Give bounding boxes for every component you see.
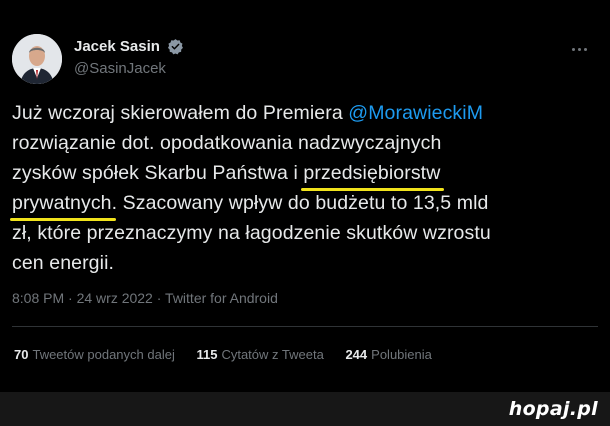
tweet-line-3: zysków spółek Skarbu Państwa i przedsięb… (12, 158, 602, 191)
avatar[interactable] (12, 34, 62, 84)
quotes-count: 115 (196, 347, 218, 362)
avatar-image (12, 34, 62, 84)
watermark-text: hopaj.pl (508, 398, 598, 420)
author-handle[interactable]: @SasinJacek (74, 60, 184, 77)
divider (12, 326, 598, 327)
likes-count: 244 (345, 347, 368, 362)
retweets-count: 70 (14, 347, 29, 362)
likes-stat[interactable]: 244 Polubienia (345, 347, 431, 362)
author-name[interactable]: Jacek Sasin (74, 38, 160, 55)
tweet-card: Jacek Sasin @SasinJacek Już wczoraj skie… (0, 0, 610, 392)
quotes-label: Cytatów z Tweeta (221, 347, 324, 362)
verified-badge-icon (168, 39, 184, 55)
tweet-line-4: prywatnych. Szacowany wpływ do budżetu t… (10, 188, 602, 221)
highlighted-word: przedsiębiorstw (301, 158, 445, 191)
tweet-text-segment: zysków spółek Skarbu Państwa i (12, 162, 304, 184)
tweet-line-5: zł, które przeznaczymy na łagodzenie sku… (12, 222, 491, 244)
more-options-icon[interactable] (572, 38, 594, 52)
retweets-label: Tweetów podanych dalej (32, 347, 175, 362)
tweet-header: Jacek Sasin @SasinJacek (12, 34, 598, 86)
highlighted-word: prywatnych (10, 188, 116, 221)
author-block: Jacek Sasin @SasinJacek (74, 38, 184, 77)
tweet-text-segment: . Szacowany wpływ do budżetu to 13,5 mld (111, 192, 489, 214)
tweet-line-2: rozwiązanie dot. opodatkowania nadzwycza… (12, 132, 442, 154)
likes-label: Polubienia (371, 347, 432, 362)
tweet-line-1: Już wczoraj skierowałem do Premiera @Mor… (12, 98, 602, 128)
tweet-text-segment: Już wczoraj skierowałem do Premiera (12, 102, 349, 124)
tweet-line-6: cen energii. (12, 252, 115, 274)
tweet-stats: 70 Tweetów podanych dalej 115 Cytatów z Tw… (14, 347, 450, 362)
quotes-stat[interactable]: 115 Cytatów z Tweeta (196, 347, 323, 362)
retweets-stat[interactable]: 70 Tweetów podanych dalej (14, 347, 175, 362)
watermark-logo: hopaj.pl (509, 398, 598, 420)
tweet-text: Już wczoraj skierowałem do Premiera @Mor… (10, 98, 602, 278)
mention-link[interactable]: @MorawieckiM (348, 102, 483, 124)
tweet-timestamp[interactable]: 8:08 PM · 24 wrz 2022 · Twitter for Andr… (12, 290, 278, 306)
